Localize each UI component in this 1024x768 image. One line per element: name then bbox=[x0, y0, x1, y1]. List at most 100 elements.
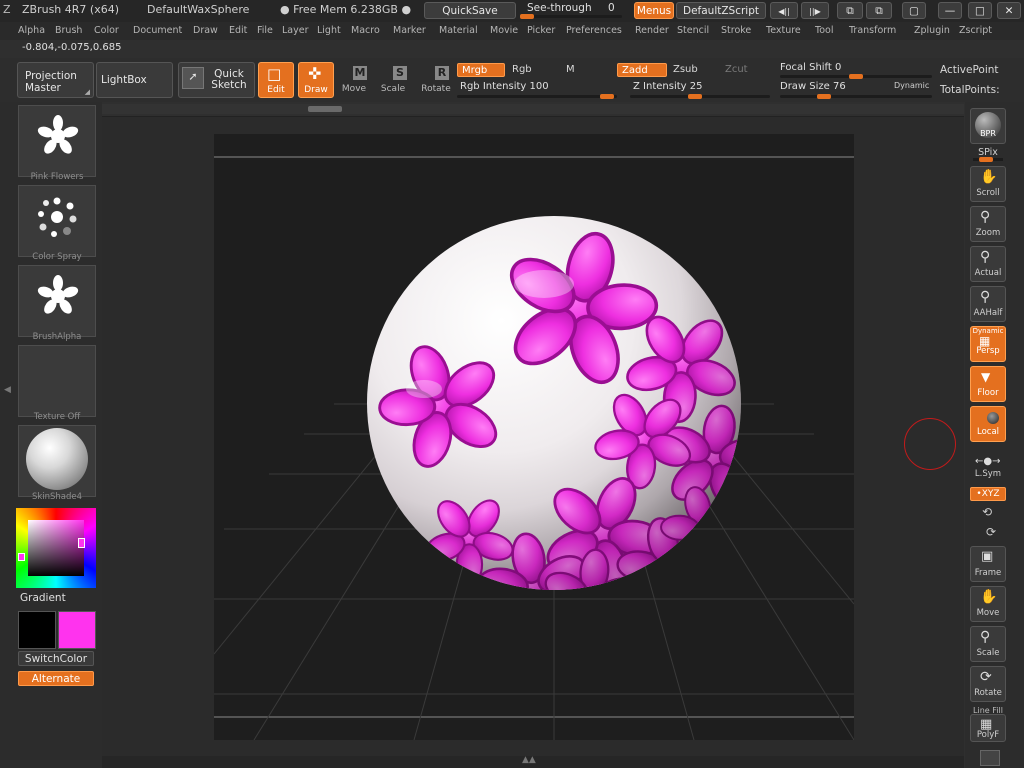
move-icon: M bbox=[353, 66, 367, 80]
persp-button[interactable]: Dynamic ▦ bbox=[970, 326, 1006, 362]
menu-document[interactable]: Document bbox=[133, 25, 182, 36]
alternate-button[interactable]: Alternate bbox=[18, 671, 94, 686]
color-picker-marker[interactable] bbox=[78, 538, 85, 548]
projection-master-button[interactable]: Projection Master ◢ bbox=[17, 62, 94, 98]
menu-render[interactable]: Render bbox=[635, 25, 669, 36]
spray-stroke-icon bbox=[38, 197, 77, 237]
menus-button[interactable]: Menus bbox=[634, 2, 674, 19]
menu-texture[interactable]: Texture bbox=[766, 25, 801, 36]
menu-zscript[interactable]: Zscript bbox=[959, 25, 992, 36]
focal-shift-slider[interactable]: Focal Shift 0 bbox=[780, 60, 932, 79]
z-intensity-slider[interactable]: Z Intensity 25 bbox=[630, 80, 770, 99]
bottom-tray-arrow-icon[interactable]: ▲▲ bbox=[522, 755, 536, 765]
menu-stencil[interactable]: Stencil bbox=[677, 25, 709, 36]
main-color-swatch[interactable] bbox=[58, 611, 96, 649]
alpha-selector[interactable] bbox=[18, 265, 96, 337]
spix-knob[interactable] bbox=[979, 157, 993, 162]
menu-preferences[interactable]: Preferences bbox=[566, 25, 622, 36]
focal-shift-label: Focal Shift 0 bbox=[780, 62, 842, 73]
menu-draw[interactable]: Draw bbox=[193, 25, 218, 36]
scroll-right-icon[interactable]: ||▶ bbox=[801, 2, 829, 19]
menu-color[interactable]: Color bbox=[94, 25, 119, 36]
quick-sketch-button[interactable]: ➚ Quick Sketch bbox=[178, 62, 255, 98]
menu-alpha[interactable]: Alpha bbox=[18, 25, 45, 36]
minimize-icon[interactable]: — bbox=[938, 2, 962, 19]
z-intensity-knob[interactable] bbox=[688, 94, 702, 99]
material-selector[interactable] bbox=[18, 425, 96, 497]
horizontal-scrollbar[interactable] bbox=[102, 104, 964, 114]
menu-material[interactable]: Material bbox=[439, 25, 478, 36]
bpr-label: BPR bbox=[980, 129, 996, 138]
menu-tool[interactable]: Tool bbox=[815, 25, 833, 36]
transp-icon[interactable] bbox=[980, 750, 1000, 766]
zadd-toggle[interactable]: Zadd bbox=[617, 63, 667, 77]
texture-label: Texture Off bbox=[33, 412, 81, 422]
menu-marker[interactable]: Marker bbox=[393, 25, 426, 36]
rotate-mode-button[interactable]: R Rotate bbox=[418, 62, 454, 98]
hue-marker[interactable] bbox=[18, 553, 25, 561]
document-canvas[interactable] bbox=[213, 134, 855, 741]
menu-brush[interactable]: Brush bbox=[55, 25, 82, 36]
stroke-selector[interactable] bbox=[18, 185, 96, 257]
menu-file[interactable]: File bbox=[257, 25, 273, 36]
lsym-button[interactable]: L.Sym bbox=[965, 469, 1011, 479]
gradient-label[interactable]: Gradient bbox=[20, 592, 66, 604]
z-intensity-label: Z Intensity 25 bbox=[633, 81, 703, 92]
zcut-toggle[interactable]: Zcut bbox=[725, 64, 748, 75]
magnifier-scale-icon: ⚲ bbox=[980, 629, 991, 645]
lock-icon[interactable]: ▢ bbox=[902, 2, 926, 19]
color-picker-wheel[interactable] bbox=[16, 508, 96, 588]
rgb-intensity-knob[interactable] bbox=[600, 94, 614, 99]
menu-light[interactable]: Light bbox=[317, 25, 341, 36]
rgb-intensity-slider[interactable]: Rgb Intensity 100 bbox=[457, 80, 617, 99]
color-picker-square[interactable] bbox=[28, 520, 84, 576]
menu-macro[interactable]: Macro bbox=[351, 25, 380, 36]
frame-icon: ▣ bbox=[981, 549, 994, 564]
move-mode-button[interactable]: M Move bbox=[338, 62, 370, 98]
rotate-z-icon[interactable]: ⟳ bbox=[986, 525, 996, 539]
scroll-thumb[interactable] bbox=[308, 106, 342, 112]
quicksave-button[interactable]: QuickSave bbox=[424, 2, 516, 19]
texture-selector[interactable] bbox=[18, 345, 96, 417]
material-label: SkinShade4 bbox=[31, 492, 83, 502]
floor-icon: ▼ bbox=[981, 370, 991, 384]
menu-zplugin[interactable]: Zplugin bbox=[914, 25, 950, 36]
secondary-color-swatch[interactable] bbox=[18, 611, 56, 649]
lightbox-button[interactable]: LightBox bbox=[96, 62, 173, 98]
menu-layer[interactable]: Layer bbox=[282, 25, 309, 36]
viewport-render[interactable] bbox=[213, 134, 855, 741]
menu-transform[interactable]: Transform bbox=[849, 25, 896, 36]
switch-color-button[interactable]: SwitchColor bbox=[18, 651, 94, 666]
default-zscript-button[interactable]: DefaultZScript bbox=[676, 2, 766, 19]
rotate-y-icon[interactable]: ⟲ bbox=[982, 505, 992, 519]
xyz-symmetry-button[interactable]: •XYZ bbox=[970, 487, 1006, 501]
focal-shift-knob[interactable] bbox=[849, 74, 863, 79]
zsub-toggle[interactable]: Zsub bbox=[673, 64, 698, 75]
menu-stroke[interactable]: Stroke bbox=[721, 25, 751, 36]
close-icon[interactable]: ✕ bbox=[997, 2, 1021, 19]
rgb-toggle[interactable]: Rgb bbox=[512, 64, 532, 75]
brush-cursor bbox=[904, 418, 956, 470]
m-toggle[interactable]: M bbox=[566, 64, 575, 75]
brush-selector[interactable] bbox=[18, 105, 96, 177]
scale-mode-button[interactable]: S Scale bbox=[376, 62, 410, 98]
see-through-slider[interactable]: See-through 0 bbox=[518, 2, 626, 20]
menu-picker[interactable]: Picker bbox=[527, 25, 555, 36]
alpha-label: BrushAlpha bbox=[32, 332, 82, 342]
menu-movie[interactable]: Movie bbox=[490, 25, 518, 36]
layout-presets-icon[interactable]: ⧉ bbox=[866, 2, 892, 19]
maximize-icon[interactable]: □ bbox=[968, 2, 992, 19]
edit-mode-button[interactable]: □ Edit bbox=[258, 62, 294, 98]
dynamic-toggle[interactable]: Dynamic bbox=[894, 81, 929, 90]
restore-layout-icon[interactable]: ⧉ bbox=[837, 2, 863, 19]
see-through-knob[interactable] bbox=[520, 14, 534, 19]
bpr-button[interactable]: BPR bbox=[970, 108, 1006, 144]
menu-edit[interactable]: Edit bbox=[229, 25, 247, 36]
scroll-left-icon[interactable]: ◀|| bbox=[770, 2, 798, 19]
draw-mode-button[interactable]: ✜ Draw bbox=[298, 62, 334, 98]
mrgb-toggle[interactable]: Mrgb bbox=[457, 63, 505, 77]
scale-view-label: Scale bbox=[976, 648, 1000, 658]
draw-size-knob[interactable] bbox=[817, 94, 831, 99]
left-tray-arrow-icon[interactable]: ◀ bbox=[4, 385, 11, 395]
see-through-value: 0 bbox=[608, 2, 615, 14]
